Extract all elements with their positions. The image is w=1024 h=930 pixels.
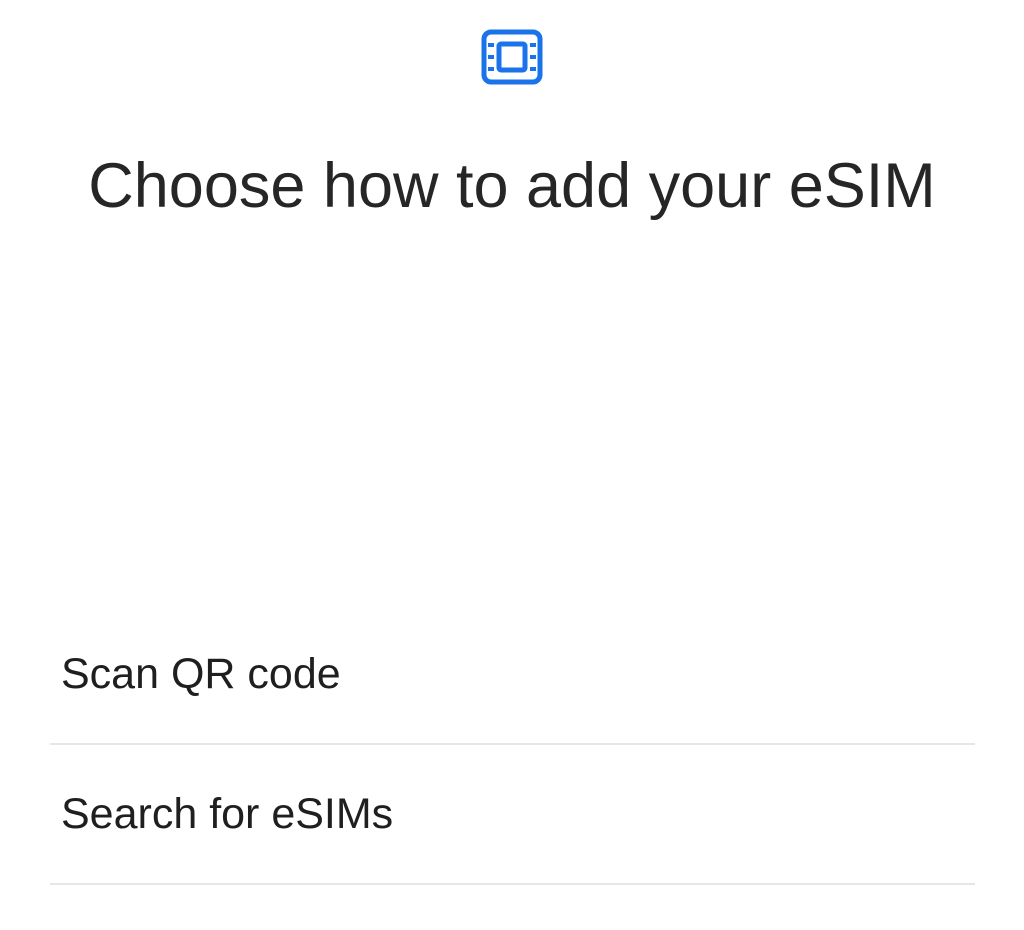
add-esim-options-list: Scan QR code Search for eSIMs [50,604,975,885]
page-title: Choose how to add your eSIM [88,151,936,221]
esim-chip-icon [479,28,545,86]
search-for-esims-option[interactable]: Search for eSIMs [50,745,975,885]
scan-qr-code-option[interactable]: Scan QR code [50,604,975,745]
scan-qr-code-label: Scan QR code [61,649,341,698]
search-for-esims-label: Search for eSIMs [61,790,394,838]
